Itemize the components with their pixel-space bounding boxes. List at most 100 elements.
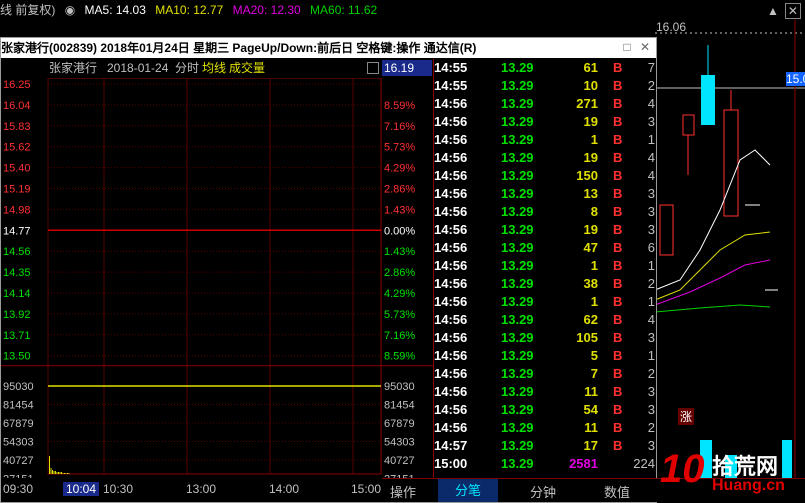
- maximize-button[interactable]: □: [621, 41, 633, 53]
- volume-bar: [68, 473, 70, 474]
- tick-list[interactable]: 14:55 13.29 61 B 7 14:55 13.29 10 B 2 14:56 13.29 27…: [433, 59, 656, 501]
- price-tick-label: 14.77: [3, 225, 31, 237]
- tick-side: B: [613, 96, 623, 111]
- tab-values[interactable]: 数值: [604, 482, 630, 501]
- tick-time: 14:56: [434, 96, 468, 111]
- tick-side: B: [613, 366, 623, 381]
- tab-operate[interactable]: 操作: [390, 482, 416, 501]
- tick-side: B: [613, 186, 623, 201]
- tick-count: 3: [647, 114, 655, 129]
- volume-bar: [61, 472, 62, 474]
- tick-side: B: [613, 438, 623, 453]
- tick-time: 14:57: [434, 438, 468, 453]
- time-tick-label: 09:30: [3, 482, 34, 496]
- tick-time: 14:56: [434, 294, 468, 309]
- price-tick-label: 13.50: [3, 351, 31, 363]
- tick-price: 13.29: [501, 96, 534, 111]
- volume-bar: [58, 472, 59, 474]
- tick-row[interactable]: 14:56 13.29 19 B 3: [433, 221, 656, 239]
- tick-row[interactable]: 14:56 13.29 1 B 1: [433, 257, 656, 275]
- intraday-dialog: 张家港行(002839) 2018年01月24日 星期三 PageUp/Down…: [0, 37, 657, 503]
- tick-row[interactable]: 14:56 13.29 8 B 3: [433, 203, 656, 221]
- tick-volume: 38: [583, 276, 598, 291]
- tick-price: 13.29: [501, 114, 534, 129]
- tick-price: 13.29: [501, 456, 534, 471]
- tick-volume: 150: [576, 168, 598, 183]
- tick-volume: 1: [590, 258, 598, 273]
- tick-volume: 2581: [569, 456, 598, 471]
- tick-row[interactable]: 14:56 13.29 19 B 4: [433, 149, 656, 167]
- tick-volume: 13: [583, 186, 598, 201]
- tick-row[interactable]: 14:56 13.29 1 B 1: [433, 293, 656, 311]
- tick-volume: 1: [590, 132, 598, 147]
- tick-row[interactable]: 14:56 13.29 271 B 4: [433, 95, 656, 113]
- tick-price: 13.29: [501, 312, 534, 327]
- intraday-chart: 16.25 16.04 15.83 15.62 15.40 15.19 14.98 14.77…: [1, 78, 433, 478]
- chart-nav-icons[interactable]: ▲ ✕: [767, 3, 801, 19]
- tick-time: 14:56: [434, 132, 468, 147]
- tick-row[interactable]: 14:56 13.29 62 B 4: [433, 311, 656, 329]
- tick-count: 4: [647, 312, 655, 327]
- tick-price: 13.29: [501, 438, 534, 453]
- tick-count: 1: [647, 294, 655, 309]
- volume-bar: [65, 473, 67, 474]
- price-tick-label: 15.62: [3, 142, 31, 154]
- tick-row[interactable]: 14:56 13.29 38 B 2: [433, 275, 656, 293]
- tick-row[interactable]: 14:56 13.29 13 B 3: [433, 185, 656, 203]
- volume-bar: [55, 471, 56, 474]
- tick-price: 13.29: [501, 60, 534, 75]
- tick-volume: 17: [583, 438, 598, 453]
- vol-tick-label-right: 81454: [384, 400, 415, 412]
- tab-ticks[interactable]: 分笔: [438, 479, 498, 502]
- tick-row[interactable]: 14:56 13.29 5 B 1: [433, 347, 656, 365]
- tick-row[interactable]: 14:56 13.29 47 B 6: [433, 239, 656, 257]
- chart-date: 2018-01-24: [107, 61, 169, 75]
- tick-row[interactable]: 14:55 13.29 10 B 2: [433, 77, 656, 95]
- tick-time: 14:56: [434, 150, 468, 165]
- tick-count: 3: [647, 402, 655, 417]
- vol-tick-label: 95030: [3, 381, 34, 393]
- candle: [701, 75, 715, 125]
- tick-count: 2: [647, 366, 655, 381]
- tick-row[interactable]: 14:56 13.29 150 B 4: [433, 167, 656, 185]
- tick-volume: 47: [583, 240, 598, 255]
- tick-row[interactable]: 14:57 13.29 17 B 3: [433, 437, 656, 455]
- price-tick-label: 15.19: [3, 184, 31, 196]
- tick-row[interactable]: 14:56 13.29 1 B 1: [433, 131, 656, 149]
- tick-time: 14:56: [434, 114, 468, 129]
- close-button[interactable]: ✕: [639, 41, 651, 53]
- price-tick-label: 16.25: [3, 79, 31, 91]
- panel-toggle-icon[interactable]: [367, 62, 379, 74]
- tick-price: 13.29: [501, 150, 534, 165]
- volume-label: 成交量: [229, 61, 266, 75]
- pct-tick-label: 2.86%: [384, 184, 415, 196]
- tick-row[interactable]: 14:56 13.29 19 B 3: [433, 113, 656, 131]
- tick-side: B: [613, 132, 623, 147]
- tick-price: 13.29: [501, 240, 534, 255]
- tick-count: 2: [647, 78, 655, 93]
- dropdown-icon[interactable]: ◉: [65, 3, 75, 17]
- volume-bar: [50, 468, 52, 474]
- dialog-titlebar[interactable]: 张家港行(002839) 2018年01月24日 星期三 PageUp/Down…: [1, 38, 656, 58]
- tick-row[interactable]: 14:56 13.29 11 B 3: [433, 383, 656, 401]
- tick-row[interactable]: 14:56 13.29 7 B 2: [433, 365, 656, 383]
- tick-row[interactable]: 14:56 13.29 105 B 3: [433, 329, 656, 347]
- tick-price: 13.29: [501, 222, 534, 237]
- chart-mode: 分时: [175, 61, 200, 75]
- tick-row[interactable]: 14:56 13.29 11 B 2: [433, 419, 656, 437]
- volume-bar: [67, 473, 68, 474]
- tick-time: 14:56: [434, 168, 468, 183]
- avg-line-label: 均线: [202, 61, 227, 75]
- tick-side: B: [613, 330, 623, 345]
- ma20-value: MA20: 12.30: [232, 3, 301, 17]
- time-tick-label: 10:30: [103, 482, 134, 496]
- tick-row[interactable]: 15:00 13.29 2581 224: [433, 455, 656, 473]
- pct-tick-label: 1.43%: [384, 246, 415, 258]
- price-tick-label: 14.56: [3, 246, 31, 258]
- tab-minute[interactable]: 分钟: [530, 482, 556, 501]
- tick-row[interactable]: 14:56 13.29 54 B 3: [433, 401, 656, 419]
- tick-count: 3: [647, 222, 655, 237]
- vol-tick-label: 67879: [3, 418, 34, 430]
- tick-row[interactable]: 14:55 13.29 61 B 7: [433, 59, 656, 77]
- volume-bar: [64, 473, 65, 474]
